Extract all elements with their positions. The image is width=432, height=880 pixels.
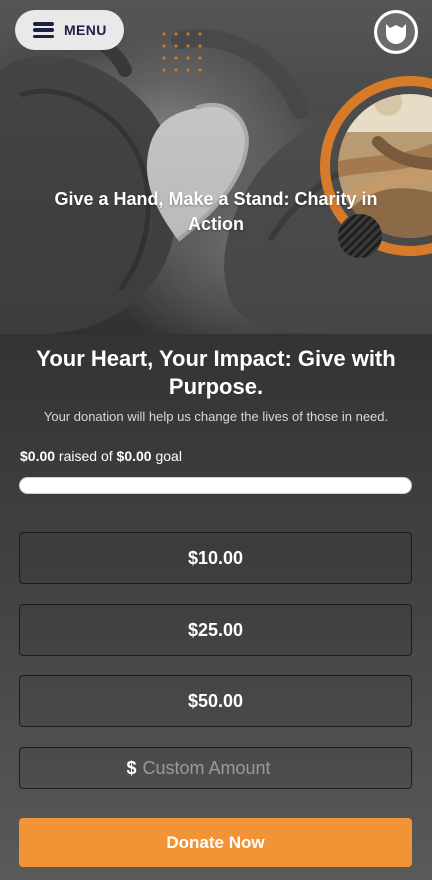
hamburger-icon	[33, 22, 54, 38]
page-headline: Your Heart, Your Impact: Give with Purpo…	[36, 346, 396, 399]
custom-amount-field[interactable]: $	[19, 747, 412, 789]
hero-banner: MENU Give a Hand, Make a Stand: Charity …	[0, 0, 432, 334]
dot-pattern-decoration	[162, 32, 202, 72]
amount-button-10[interactable]: $10.00	[19, 532, 412, 584]
amount-button-50[interactable]: $50.00	[19, 675, 412, 727]
menu-label: MENU	[64, 22, 107, 38]
raised-amount: $0.00	[20, 448, 56, 464]
donation-panel: Your Heart, Your Impact: Give with Purpo…	[0, 334, 432, 880]
currency-symbol: $	[126, 757, 137, 778]
raised-text: raised of	[55, 448, 117, 464]
raised-summary: $0.00 raised of $0.00 goal	[20, 448, 182, 464]
hero-title: Give a Hand, Make a Stand: Charity in Ac…	[54, 189, 378, 234]
amount-button-25[interactable]: $25.00	[19, 604, 412, 656]
avatar-button[interactable]	[374, 10, 418, 54]
menu-button[interactable]: MENU	[15, 10, 124, 50]
donation-subtext: Your donation will help us change the li…	[43, 409, 389, 424]
donate-button[interactable]: Donate Now	[19, 818, 412, 867]
user-avatar-icon	[377, 13, 415, 51]
goal-text: goal	[151, 448, 182, 464]
custom-amount-input[interactable]	[140, 756, 305, 780]
progress-bar	[19, 477, 412, 494]
goal-amount: $0.00	[116, 448, 152, 464]
